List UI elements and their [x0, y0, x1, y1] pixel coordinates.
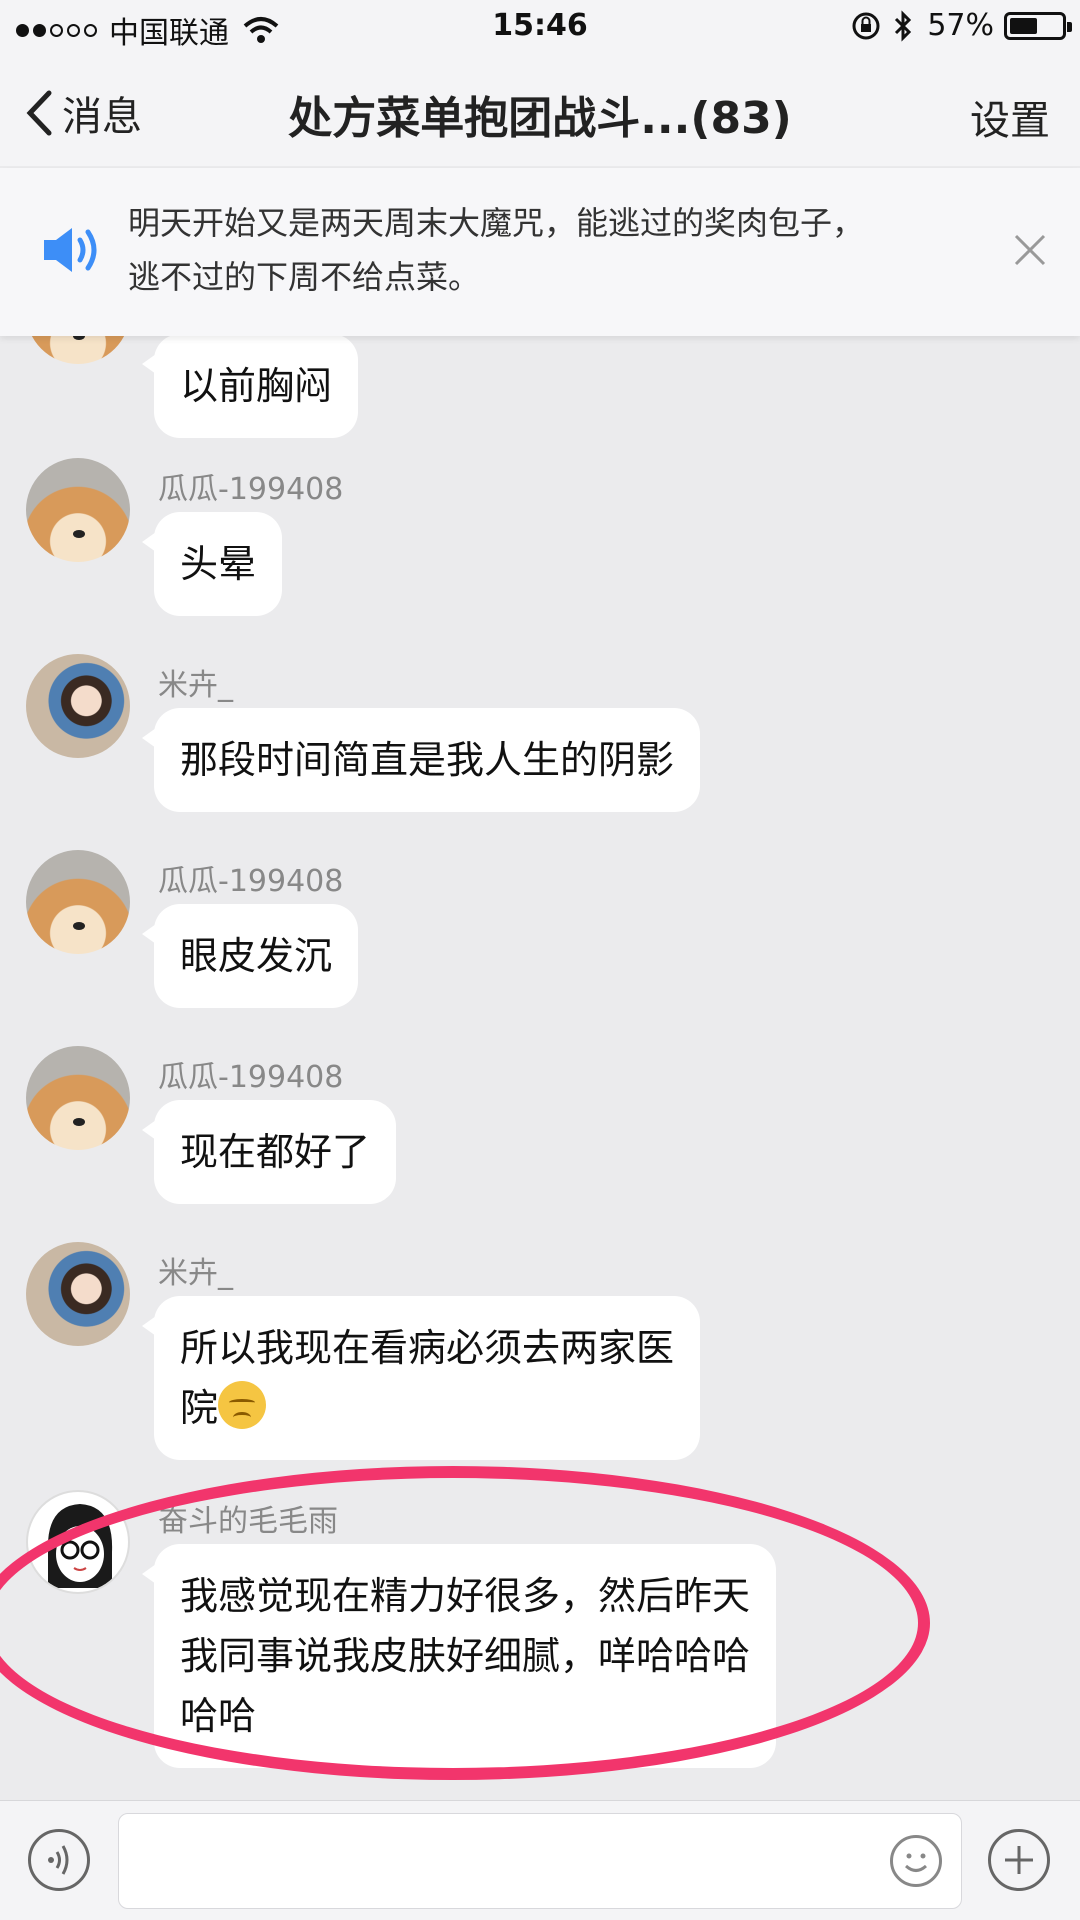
message-text: 眼皮发沉 — [180, 934, 333, 978]
avatar[interactable] — [26, 654, 130, 758]
avatar[interactable] — [26, 458, 130, 562]
message-bubble[interactable]: 现在都好了 — [141, 1100, 397, 1204]
battery-icon — [1004, 11, 1072, 40]
avatar[interactable] — [26, 850, 130, 954]
sender-name: 奋斗的毛毛雨 — [158, 1504, 338, 1539]
bluetooth-icon — [895, 9, 912, 42]
voice-icon — [48, 1845, 69, 1875]
message-text: 现在都好了 — [180, 1130, 371, 1174]
message-bubble[interactable]: 以前胸闷 — [141, 334, 359, 438]
message-line: 所以我现在看病必须去两家医 — [180, 1326, 675, 1370]
announcement-line: 明天开始又是两天周末大魔咒，能逃过的奖肉包子， — [128, 204, 865, 242]
chevron-left-icon — [26, 90, 52, 136]
sender-name: 瓜瓜-199408 — [158, 1060, 344, 1095]
plus-button[interactable] — [988, 1829, 1050, 1891]
navigation-bar: 消息 处方菜单抱团战斗...(83) 设置 — [0, 54, 1080, 166]
announcement-text: 明天开始又是两天周末大魔咒，能逃过的奖肉包子， 逃不过的下周不给点菜。 — [128, 196, 968, 304]
status-bar: 中国联通 15:46 57% — [0, 0, 1080, 54]
message-line-with-emoji: 院 — [180, 1378, 674, 1438]
battery-percent: 57% — [927, 8, 994, 43]
message-text: 以前胸闷 — [180, 364, 333, 408]
avatar[interactable] — [26, 1490, 130, 1594]
chat-title: 处方菜单抱团战斗...(83) — [288, 93, 792, 144]
message-bubble[interactable]: 我感觉现在精力好很多，然后昨天 我同事说我皮肤好细腻，咩哈哈哈 哈哈 — [141, 1544, 777, 1768]
smiley-icon — [904, 1853, 928, 1872]
message-input[interactable] — [118, 1813, 962, 1909]
group-announcement[interactable]: 明天开始又是两天周末大魔咒，能逃过的奖肉包子， 逃不过的下周不给点菜。 — [0, 168, 1080, 336]
back-button[interactable]: 消息 — [24, 84, 142, 142]
message-line: 哈哈 — [180, 1694, 257, 1738]
disappointed-face-emoji-icon — [218, 1381, 267, 1429]
close-icon[interactable] — [1012, 232, 1048, 268]
sender-name: 瓜瓜-199408 — [158, 864, 344, 899]
plus-icon — [1005, 1846, 1033, 1874]
speaker-icon — [44, 228, 97, 272]
announcement-line: 逃不过的下周不给点菜。 — [128, 258, 481, 296]
message-bubble[interactable]: 所以我现在看病必须去两家医 院 — [141, 1296, 701, 1460]
message-text: 那段时间简直是我人生的阴影 — [180, 738, 675, 782]
sender-name: 米卉_ — [158, 1256, 233, 1291]
avatar[interactable] — [26, 1046, 130, 1150]
back-label: 消息 — [62, 94, 142, 140]
message-bubble[interactable]: 眼皮发沉 — [141, 904, 359, 1008]
rotation-lock-icon — [852, 12, 880, 39]
settings-button[interactable]: 设置 — [970, 88, 1050, 146]
message-line: 我同事说我皮肤好细腻，咩哈哈哈 — [180, 1634, 751, 1678]
avatar[interactable] — [26, 1242, 130, 1346]
message-line: 院 — [180, 1386, 219, 1430]
message-list[interactable]: 以前胸闷 瓜瓜-199408 头晕 米卉_ 那段时间简直是我人生的阴影 瓜瓜-1… — [0, 160, 1080, 1800]
voice-button[interactable] — [28, 1829, 90, 1891]
sender-name: 米卉_ — [158, 668, 233, 703]
status-right-group: 57% — [851, 8, 1072, 43]
emoji-button[interactable] — [890, 1835, 942, 1887]
input-bar — [0, 1800, 1080, 1920]
message-line: 我感觉现在精力好很多，然后昨天 — [180, 1574, 751, 1618]
message-bubble[interactable]: 头晕 — [141, 512, 283, 616]
cartoon-girl-icon — [47, 1504, 113, 1588]
battery-fill — [1010, 17, 1038, 34]
sender-name: 瓜瓜-199408 — [158, 472, 344, 507]
message-bubble[interactable]: 那段时间简直是我人生的阴影 — [141, 708, 701, 812]
message-text: 头晕 — [180, 542, 257, 586]
